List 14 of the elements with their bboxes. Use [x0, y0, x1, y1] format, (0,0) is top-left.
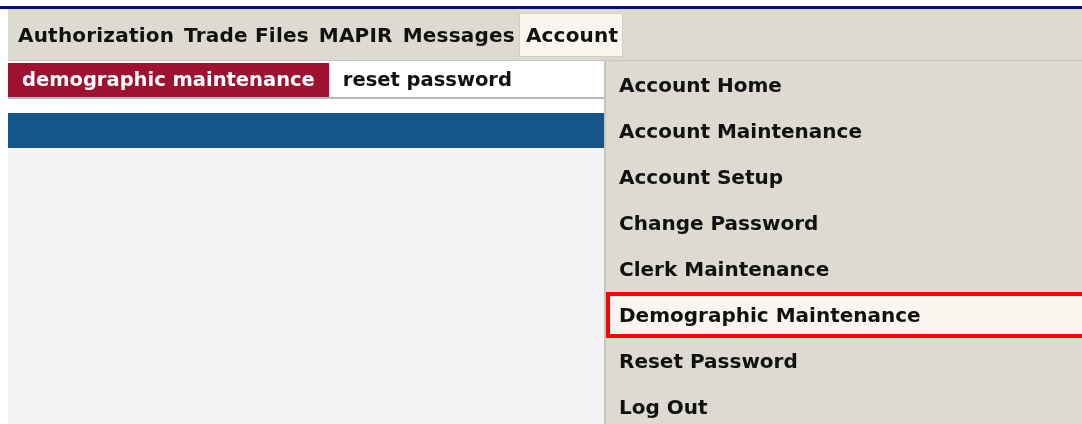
menu-item[interactable]: Messages [396, 13, 519, 56]
menu-item[interactable]: Reset Password [606, 338, 1082, 384]
menu-item[interactable]: MAPIR [312, 13, 397, 56]
menu-item[interactable]: Clerk Maintenance [606, 246, 1082, 292]
tab[interactable]: demographic maintenance [8, 63, 329, 97]
menu-item[interactable]: Authorization [12, 13, 179, 56]
menu-item[interactable]: Account [518, 12, 624, 57]
menu-item[interactable]: Trade Files [178, 13, 313, 56]
menu-item[interactable]: Demographic Maintenance [606, 292, 1082, 338]
menu-item[interactable]: Account Home [606, 62, 1082, 108]
menu-item[interactable]: Account Maintenance [606, 108, 1082, 154]
menu-item[interactable]: Account Setup [606, 154, 1082, 200]
menu-item[interactable]: Change Password [606, 200, 1082, 246]
menu-item[interactable]: Log Out [606, 384, 1082, 424]
